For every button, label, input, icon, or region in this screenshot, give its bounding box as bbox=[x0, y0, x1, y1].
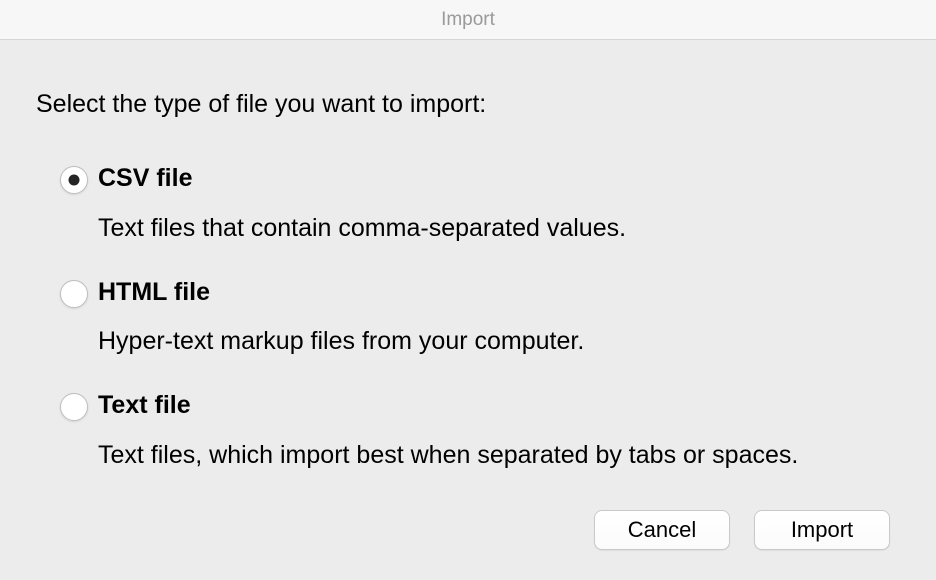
option-text-description: Text files, which import best when separ… bbox=[98, 441, 798, 469]
option-csv-description: Text files that contain comma-separated … bbox=[98, 214, 626, 242]
dialog-content: Select the type of file you want to impo… bbox=[0, 40, 936, 580]
option-text-label[interactable]: Text file bbox=[98, 392, 900, 420]
window-title: Import bbox=[441, 9, 495, 31]
titlebar: Import bbox=[0, 0, 936, 40]
radio-csv[interactable] bbox=[60, 166, 88, 194]
radio-text[interactable] bbox=[60, 393, 88, 421]
option-csv-label[interactable]: CSV file bbox=[98, 165, 900, 193]
file-type-options: CSV file Text files that contain comma-s… bbox=[36, 165, 900, 470]
cancel-button[interactable]: Cancel bbox=[594, 510, 730, 550]
button-row: Cancel Import bbox=[36, 510, 900, 550]
option-csv: CSV file Text files that contain comma-s… bbox=[60, 165, 900, 243]
option-html-text: HTML file Hyper-text markup files from y… bbox=[98, 279, 900, 357]
option-html-description: Hyper-text markup files from your comput… bbox=[98, 327, 584, 355]
option-csv-text: CSV file Text files that contain comma-s… bbox=[98, 165, 900, 243]
option-text-text: Text file Text files, which import best … bbox=[98, 392, 900, 470]
radio-html[interactable] bbox=[60, 280, 88, 308]
option-html-label[interactable]: HTML file bbox=[98, 279, 900, 307]
import-button[interactable]: Import bbox=[754, 510, 890, 550]
option-text: Text file Text files, which import best … bbox=[60, 392, 900, 470]
prompt-text: Select the type of file you want to impo… bbox=[36, 90, 900, 119]
option-html: HTML file Hyper-text markup files from y… bbox=[60, 279, 900, 357]
